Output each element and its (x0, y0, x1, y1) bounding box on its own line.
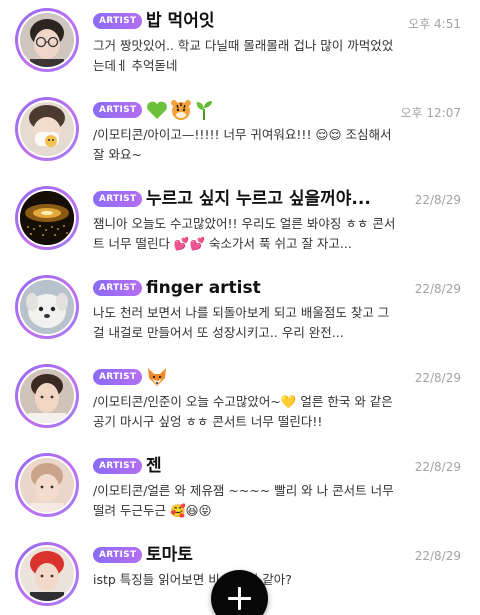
chat-name: 밥 먹어잇 (146, 11, 215, 31)
tiger-icon (171, 100, 191, 120)
masked-portrait-icon (20, 102, 74, 156)
chat-time: 22/8/29 (414, 549, 461, 563)
avatar[interactable] (15, 97, 79, 161)
avatar[interactable] (15, 542, 79, 606)
puppy-icon (20, 280, 74, 334)
avatar[interactable] (15, 364, 79, 428)
artist-badge: ARTIST (93, 547, 143, 563)
green-heart-icon (147, 101, 167, 119)
artist-badge: ARTIST (93, 13, 143, 29)
avatar[interactable] (15, 8, 79, 72)
chat-row[interactable]: ARTIST finger artist 22/8/29 나도 천러 보면서 나… (0, 267, 480, 356)
chat-time: 오후 4:51 (408, 17, 461, 31)
chat-message-preview: /이모티콘/인준이 오늘 수고많았어~💛 얼른 한국 와 같은 공기 마시구 싶… (93, 394, 393, 429)
portrait-icon (20, 458, 74, 512)
artist-badge: ARTIST (93, 191, 143, 207)
chat-time: 오후 12:07 (400, 106, 461, 120)
chat-row[interactable]: ARTIST 오후 12:07 /이모티콘/아이고—!!!!! 너무 귀여워요!… (0, 89, 480, 178)
concert-stage-icon (20, 191, 74, 245)
seedling-icon (196, 101, 212, 120)
chat-name: 토마토 (146, 545, 193, 565)
chat-message-preview: /이모티콘/얼른 와 제유잼 ~~~~ 빨리 와 나 콘서트 너무 떨려 두근두… (93, 483, 394, 518)
artist-badge: ARTIST (93, 369, 143, 385)
red-hair-portrait-icon (20, 547, 74, 601)
artist-badge: ARTIST (93, 458, 143, 474)
chat-name-emoji (146, 98, 214, 122)
chat-message-preview: 그거 짱맛있어.. 학교 다닐때 몰래몰래 겁나 많이 까먹었었는데ㅔ 추억돋네 (93, 38, 394, 73)
artist-badge: ARTIST (93, 280, 143, 296)
chat-message-preview: /이모티콘/아이고—!!!!! 너무 귀여워요!!! 😌😌 조심해서 잘 와요~ (93, 127, 392, 162)
chat-row[interactable]: ARTIST 22/8/29 /이모티콘/인준이 오늘 수고많았어~💛 얼른 한… (0, 356, 480, 445)
chat-row[interactable]: ARTIST 누르고 싶지 누르고 싶을꺼야... 22/8/29 잼니아 오늘… (0, 178, 480, 267)
chat-name-emoji (146, 365, 168, 389)
chat-row[interactable]: ARTIST 밥 먹어잇 오후 4:51 그거 짱맛있어.. 학교 다닐때 몰래… (0, 0, 480, 89)
chat-time: 22/8/29 (414, 193, 461, 207)
portrait-icon (20, 369, 74, 423)
chat-time: 22/8/29 (414, 460, 461, 474)
chat-message-preview: 잼니아 오늘도 수고많았어!! 우리도 얼른 봐야징 ㅎㅎ 콘서트 너무 떨린다… (93, 216, 396, 251)
plus-icon (238, 587, 241, 610)
glasses-portrait-icon (20, 13, 74, 67)
chat-time: 22/8/29 (414, 371, 461, 385)
chat-name: 누르고 싶지 누르고 싶을꺼야... (146, 189, 371, 209)
chat-name: finger artist (146, 278, 261, 298)
chat-row[interactable]: ARTIST 젠 22/8/29 /이모티콘/얼른 와 제유잼 ~~~~ 빨리 … (0, 445, 480, 534)
avatar[interactable] (15, 186, 79, 250)
avatar[interactable] (15, 453, 79, 517)
avatar[interactable] (15, 275, 79, 339)
fox-icon (148, 368, 166, 386)
chat-message-preview: 나도 천러 보면서 나를 되돌아보게 되고 배울점도 찾고 그걸 내걸로 만들어… (93, 305, 390, 340)
chat-time: 22/8/29 (414, 282, 461, 296)
artist-badge: ARTIST (93, 102, 143, 118)
chat-name: 젠 (146, 456, 162, 476)
